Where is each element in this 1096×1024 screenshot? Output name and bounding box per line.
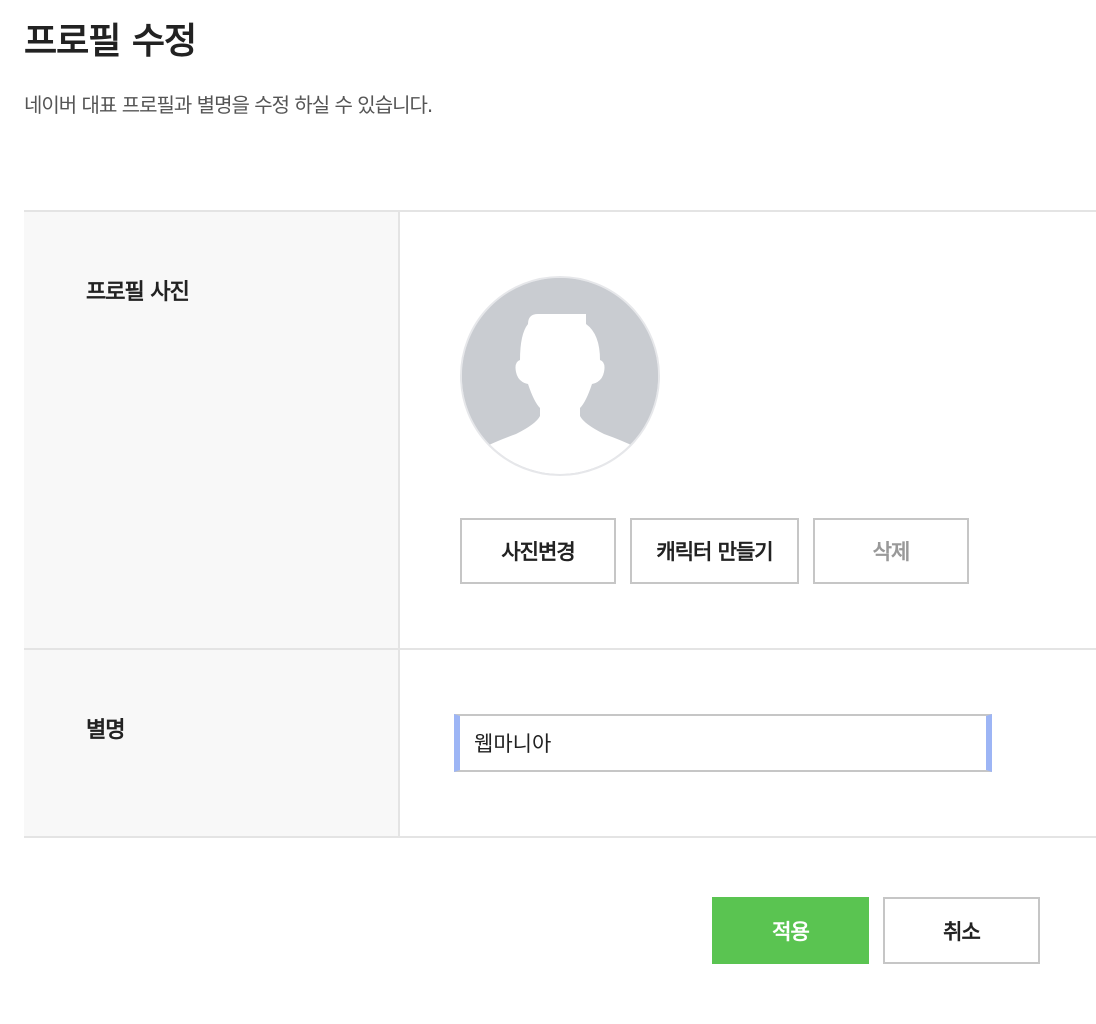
profile-photo-label: 프로필 사진 [86,280,190,305]
nickname-content [400,650,1096,836]
apply-button[interactable]: 적용 [712,897,869,964]
profile-photo-content: 사진변경 캐릭터 만들기 삭제 [400,212,1096,648]
make-character-button[interactable]: 캐릭터 만들기 [630,518,799,584]
page-subtitle: 네이버 대표 프로필과 별명을 수정 하실 수 있습니다. [24,93,433,117]
profile-photo-label-cell: 프로필 사진 [24,212,400,648]
profile-photo-row: 프로필 사진 사진변경 캐릭터 만들기 삭제 [24,212,1096,650]
form-actions: 적용 취소 [712,897,1040,964]
profile-form-table: 프로필 사진 사진변경 캐릭터 만들기 삭제 별명 [24,210,1096,838]
nickname-input[interactable] [454,714,992,772]
default-user-silhouette-icon [462,278,658,474]
photo-button-group: 사진변경 캐릭터 만들기 삭제 [460,518,969,584]
page-title: 프로필 수정 [24,21,197,62]
nickname-label-cell: 별명 [24,650,400,836]
delete-photo-button[interactable]: 삭제 [813,518,969,584]
nickname-label: 별명 [86,718,125,743]
nickname-row: 별명 [24,650,1096,838]
profile-edit-page: 프로필 수정 네이버 대표 프로필과 별명을 수정 하실 수 있습니다. 프로필… [0,0,1096,1024]
profile-avatar [460,276,660,476]
change-photo-button[interactable]: 사진변경 [460,518,616,584]
cancel-button[interactable]: 취소 [883,897,1040,964]
